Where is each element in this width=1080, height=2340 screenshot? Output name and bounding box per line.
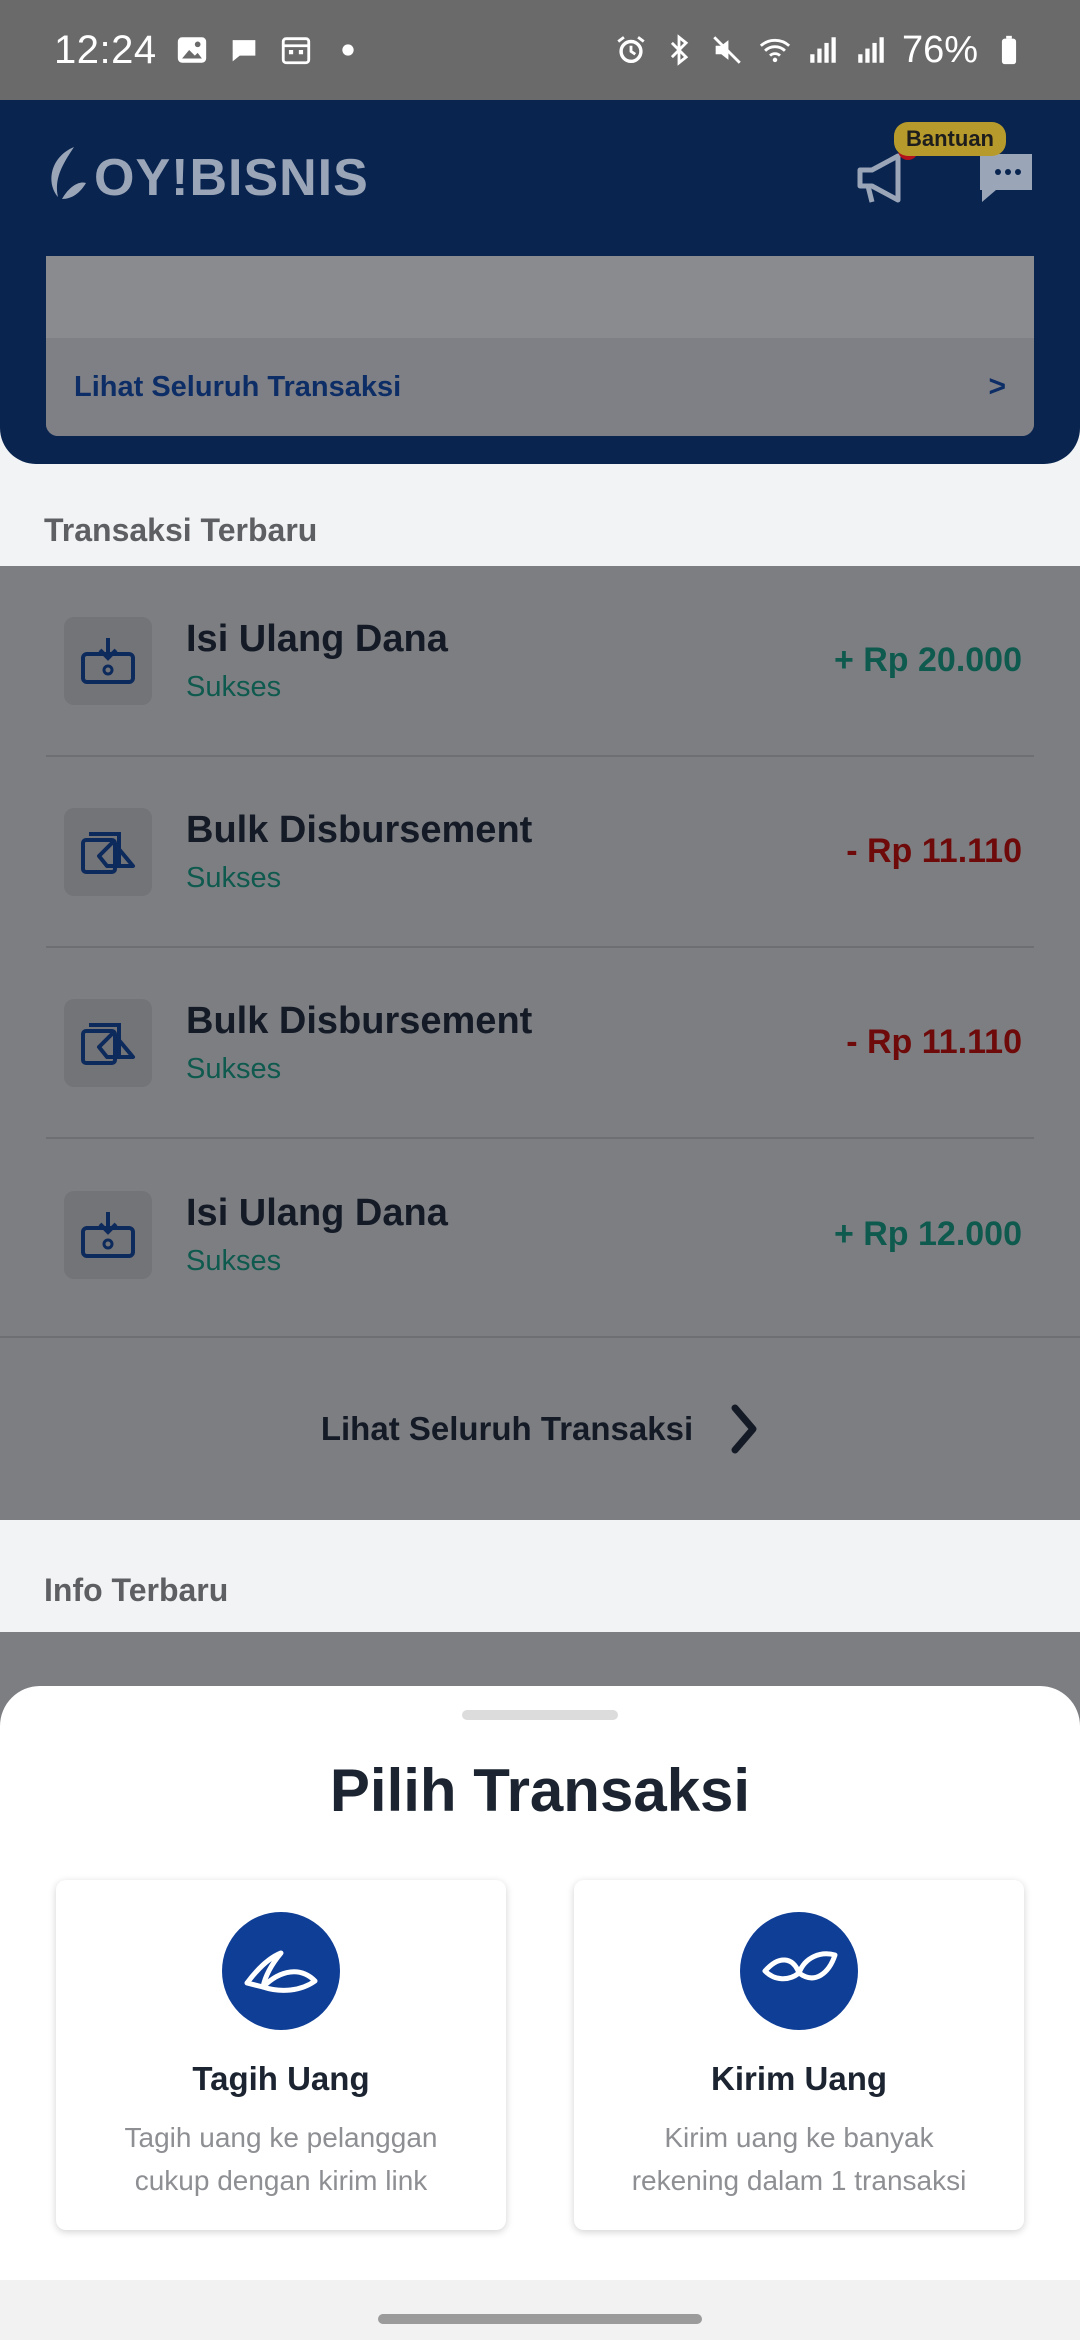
wifi-icon: [759, 38, 791, 63]
option-description-line: Tagih uang ke pelanggan: [124, 2122, 438, 2153]
alarm-icon: [617, 36, 645, 64]
chevron-right-icon: [731, 1404, 757, 1454]
transaction-status: Sukses: [186, 670, 282, 703]
see-all-label: Lihat Seluruh Transaksi: [320, 1410, 694, 1447]
option-description-line: rekening dalam 1 transaksi: [631, 2165, 967, 2196]
app-header: OY!BISNIS Bantuan: [0, 100, 1080, 256]
chat-icon: [980, 154, 1032, 202]
sheet-title: Pilih Transaksi: [329, 1757, 751, 1824]
top-up-icon: [64, 1190, 152, 1279]
send-money-icon: [740, 1912, 858, 2030]
transaction-amount: + Rp 12.000: [833, 1215, 1022, 1253]
info-heading: Info Terbaru: [44, 1572, 229, 1608]
transaction-picker-sheet: Pilih Transaksi Tagih Uang Tagih uang ke…: [0, 1686, 1080, 2280]
top-up-icon: [64, 616, 152, 705]
option-title: Kirim Uang: [710, 2060, 888, 2097]
option-title: Tagih Uang: [192, 2060, 370, 2097]
system-navigation-bar: [0, 2280, 1080, 2340]
summary-card: Lihat Seluruh Transaksi >: [46, 256, 1034, 436]
transaction-row[interactable]: Bulk Disbursement Sukses - Rp 11.110: [46, 757, 1034, 948]
transaction-amount: + Rp 20.000: [833, 641, 1022, 679]
sheet-drag-handle[interactable]: [462, 1710, 618, 1720]
bulk-disbursement-icon: [64, 807, 152, 896]
option-description-line: Kirim uang ke banyak: [664, 2122, 934, 2153]
transaction-status: Sukses: [186, 861, 282, 894]
signal-icon: [810, 37, 836, 63]
request-money-option[interactable]: Tagih Uang Tagih uang ke pelanggan cukup…: [56, 1880, 506, 2230]
transaction-status: Sukses: [186, 1244, 282, 1277]
option-description: Tagih uang ke pelanggan cukup dengan kir…: [56, 2116, 506, 2202]
transaction-row[interactable]: Isi Ulang Dana Sukses + Rp 12.000: [46, 1139, 1034, 1330]
transaction-amount: - Rp 11.110: [846, 1023, 1022, 1061]
calendar-icon: [281, 37, 310, 65]
chevron-right-icon: >: [988, 370, 1006, 403]
battery-icon: [1001, 35, 1017, 65]
status-bar: 12:24 76%: [0, 0, 1080, 100]
bulk-disbursement-icon: [64, 998, 152, 1087]
signal-icon: [858, 37, 884, 63]
logo-text: OY!BISNIS: [94, 149, 369, 207]
option-description-line: cukup dengan kirim link: [134, 2165, 428, 2196]
transaction-row[interactable]: Isi Ulang Dana Sukses + Rp 20.000: [46, 566, 1034, 757]
chat-bubble-icon: [232, 40, 255, 62]
gallery-icon: [177, 37, 206, 63]
transaction-status: Sukses: [186, 1052, 282, 1085]
help-badge: Bantuan: [894, 122, 1006, 156]
transaction-title: Bulk Disbursement: [186, 808, 533, 851]
mute-icon: [713, 36, 741, 64]
option-description: Kirim uang ke banyak rekening dalam 1 tr…: [574, 2116, 1024, 2202]
status-time: 12:24: [54, 27, 157, 72]
home-gesture-handle[interactable]: [378, 2314, 702, 2324]
transaction-list: Isi Ulang Dana Sukses + Rp 20.000 Bulk D…: [0, 566, 1080, 1336]
transaction-title: Isi Ulang Dana: [186, 1191, 448, 1234]
transaction-title: Bulk Disbursement: [186, 999, 533, 1042]
send-money-option[interactable]: Kirim Uang Kirim uang ke banyak rekening…: [574, 1880, 1024, 2230]
summary-card-top: [46, 256, 1034, 338]
see-all-transactions-link[interactable]: Lihat Seluruh Transaksi >: [46, 338, 1034, 436]
request-money-icon: [222, 1912, 340, 2030]
transaction-amount: - Rp 11.110: [846, 832, 1022, 870]
dot-icon: [341, 44, 354, 56]
transaction-title: Isi Ulang Dana: [186, 617, 448, 660]
recent-transactions-heading: Transaksi Terbaru: [44, 512, 318, 548]
see-all-transactions-button[interactable]: Lihat Seluruh Transaksi: [0, 1336, 1080, 1520]
see-all-label: Lihat Seluruh Transaksi: [74, 370, 402, 403]
battery-percentage: 76%: [901, 28, 978, 71]
summary-section: Lihat Seluruh Transaksi >: [0, 256, 1080, 464]
help-chat-button[interactable]: Bantuan: [894, 122, 1036, 206]
transaction-row[interactable]: Bulk Disbursement Sukses - Rp 11.110: [46, 948, 1034, 1139]
leaf-logo-icon: [51, 147, 86, 199]
app-logo: OY!BISNIS: [44, 143, 369, 213]
bluetooth-icon: [670, 34, 689, 66]
